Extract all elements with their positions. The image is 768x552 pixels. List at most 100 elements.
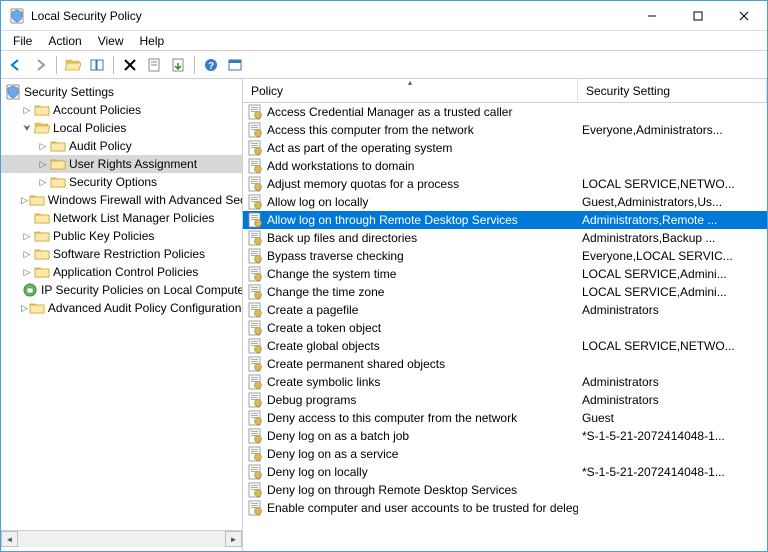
menu-action[interactable]: Action bbox=[40, 32, 89, 50]
list-row[interactable]: Deny log on locally *S-1-5-21-2072414048-… bbox=[243, 463, 767, 481]
tree-pane: Security Settings▷Account Policies⮟Local… bbox=[1, 79, 243, 551]
tree-item[interactable]: ▷ User Rights Assignment bbox=[1, 155, 242, 173]
list-row[interactable]: Deny access to this computer from the ne… bbox=[243, 409, 767, 427]
policy-text: Create a pagefile bbox=[267, 303, 358, 317]
menu-file[interactable]: File bbox=[5, 32, 40, 50]
forward-button[interactable] bbox=[29, 54, 51, 76]
list-row[interactable]: Create global objectsLOCAL SERVICE,NETWO… bbox=[243, 337, 767, 355]
tree-item[interactable]: ▷Windows Firewall with Advanced Sec bbox=[1, 191, 242, 209]
scroll-left-icon[interactable]: ◄ bbox=[1, 531, 18, 547]
list-row[interactable]: Act as part of the operating system bbox=[243, 139, 767, 157]
list-pane: ▴ Policy Security Setting Access Credent… bbox=[243, 79, 767, 551]
expander-icon[interactable]: ▷ bbox=[21, 104, 33, 116]
list-row[interactable]: Allow log on locallyGuest,Administrators… bbox=[243, 193, 767, 211]
tree-hscroll[interactable]: ◄ ► bbox=[1, 530, 242, 547]
list-row[interactable]: Adjust memory quotas for a processLOCAL … bbox=[243, 175, 767, 193]
folder-icon bbox=[34, 210, 50, 226]
folder-icon bbox=[29, 300, 45, 316]
help-button[interactable]: ? bbox=[200, 54, 222, 76]
policy-text: Deny log on as a batch job bbox=[267, 429, 409, 443]
list-row[interactable]: Deny log on through Remote Desktop Servi… bbox=[243, 481, 767, 499]
tree-item[interactable]: ⮟Local Policies bbox=[1, 119, 242, 137]
policy-icon bbox=[247, 464, 263, 480]
tree-label: Public Key Policies bbox=[53, 229, 154, 243]
list-row[interactable]: Add workstations to domain bbox=[243, 157, 767, 175]
menu-view[interactable]: View bbox=[90, 32, 132, 50]
scroll-track[interactable] bbox=[18, 531, 225, 547]
tree[interactable]: Security Settings▷Account Policies⮟Local… bbox=[1, 83, 242, 530]
policy-text: Deny log on locally bbox=[267, 465, 368, 479]
expander-icon[interactable]: ⮟ bbox=[21, 122, 33, 134]
tree-item[interactable]: ▷Application Control Policies bbox=[1, 263, 242, 281]
maximize-button[interactable] bbox=[675, 1, 721, 30]
refresh-button[interactable] bbox=[224, 54, 246, 76]
show-hide-tree-button[interactable] bbox=[86, 54, 108, 76]
policy-text: Add workstations to domain bbox=[267, 159, 414, 173]
delete-button[interactable] bbox=[119, 54, 141, 76]
folder-icon bbox=[34, 264, 50, 280]
list-row[interactable]: Bypass traverse checkingEveryone,LOCAL S… bbox=[243, 247, 767, 265]
expander-icon[interactable]: ▷ bbox=[21, 248, 33, 260]
policy-icon bbox=[247, 104, 263, 120]
list-row[interactable]: Change the system time LOCAL SERVICE,Admi… bbox=[243, 265, 767, 283]
expander-icon[interactable]: ▷ bbox=[21, 302, 28, 314]
cell-setting: Guest bbox=[578, 411, 767, 425]
tree-item[interactable]: ▷ Public Key Policies bbox=[1, 227, 242, 245]
tree-item[interactable]: ▷Security Options bbox=[1, 173, 242, 191]
window-title: Local Security Policy bbox=[31, 9, 629, 23]
tree-label: User Rights Assignment bbox=[69, 157, 197, 171]
list-body[interactable]: Access Credential Manager as a trusted c… bbox=[243, 103, 767, 551]
list-row[interactable]: Back up files and directories Administrat… bbox=[243, 229, 767, 247]
list-row[interactable]: Debug programsAdministrators bbox=[243, 391, 767, 409]
list-row[interactable]: Create permanent shared objects bbox=[243, 355, 767, 373]
cell-setting: Administrators,Backup ... bbox=[578, 231, 767, 245]
back-button[interactable] bbox=[5, 54, 27, 76]
list-row[interactable]: Create a pagefile Administrators bbox=[243, 301, 767, 319]
export-button[interactable] bbox=[167, 54, 189, 76]
cell-policy: Back up files and directories bbox=[243, 230, 578, 246]
list-row[interactable]: Allow log on through Remote Desktop Serv… bbox=[243, 211, 767, 229]
list-row[interactable]: Deny log on as a service bbox=[243, 445, 767, 463]
column-setting[interactable]: Security Setting bbox=[578, 79, 767, 102]
expander-icon[interactable]: ▷ bbox=[37, 140, 49, 152]
cell-setting: LOCAL SERVICE,Admini... bbox=[578, 267, 767, 281]
policy-icon bbox=[247, 194, 263, 210]
tree-item[interactable]: IP Security Policies on Local Compute bbox=[1, 281, 242, 299]
tree-item[interactable]: ▷Audit Policy bbox=[1, 137, 242, 155]
list-row[interactable]: Change the time zoneLOCAL SERVICE,Admini… bbox=[243, 283, 767, 301]
list-row[interactable]: Deny log on as a batch job*S-1-5-21-2072… bbox=[243, 427, 767, 445]
cell-setting: *S-1-5-21-2072414048-1... bbox=[578, 465, 767, 479]
list-row[interactable]: Access Credential Manager as a trusted c… bbox=[243, 103, 767, 121]
policy-text: Create symbolic links bbox=[267, 375, 380, 389]
list-row[interactable]: Create a token object bbox=[243, 319, 767, 337]
up-button[interactable] bbox=[62, 54, 84, 76]
tree-item[interactable]: ▷Account Policies bbox=[1, 101, 242, 119]
list-row[interactable]: Enable computer and user accounts to be … bbox=[243, 499, 767, 517]
cell-policy: Create permanent shared objects bbox=[243, 356, 578, 372]
policy-text: Change the system time bbox=[267, 267, 396, 281]
list-row[interactable]: Access this computer from the networkEve… bbox=[243, 121, 767, 139]
tree-item[interactable]: ▷Software Restriction Policies bbox=[1, 245, 242, 263]
expander-icon[interactable]: ▷ bbox=[21, 194, 28, 206]
tree-item[interactable]: Network List Manager Policies bbox=[1, 209, 242, 227]
expander-icon[interactable] bbox=[21, 212, 33, 224]
scroll-right-icon[interactable]: ► bbox=[225, 531, 242, 547]
minimize-button[interactable] bbox=[629, 1, 675, 30]
menu-help[interactable]: Help bbox=[132, 32, 173, 50]
policy-text: Back up files and directories bbox=[267, 231, 417, 245]
cell-policy: Deny log on as a batch job bbox=[243, 428, 578, 444]
expander-icon[interactable]: ▷ bbox=[21, 266, 33, 278]
policy-text: Debug programs bbox=[267, 393, 356, 407]
list-row[interactable]: Create symbolic linksAdministrators bbox=[243, 373, 767, 391]
properties-button[interactable] bbox=[143, 54, 165, 76]
cell-setting: Administrators bbox=[578, 303, 767, 317]
expander-icon[interactable]: ▷ bbox=[37, 176, 49, 188]
tree-item[interactable]: ▷Advanced Audit Policy Configuration bbox=[1, 299, 242, 317]
tree-root[interactable]: Security Settings bbox=[1, 83, 242, 101]
folder-open-icon bbox=[34, 120, 50, 136]
close-button[interactable] bbox=[721, 1, 767, 30]
expander-icon[interactable]: ▷ bbox=[21, 230, 33, 242]
cell-setting: Guest,Administrators,Us... bbox=[578, 195, 767, 209]
expander-icon[interactable]: ▷ bbox=[37, 158, 49, 170]
column-policy[interactable]: ▴ Policy bbox=[243, 79, 578, 102]
